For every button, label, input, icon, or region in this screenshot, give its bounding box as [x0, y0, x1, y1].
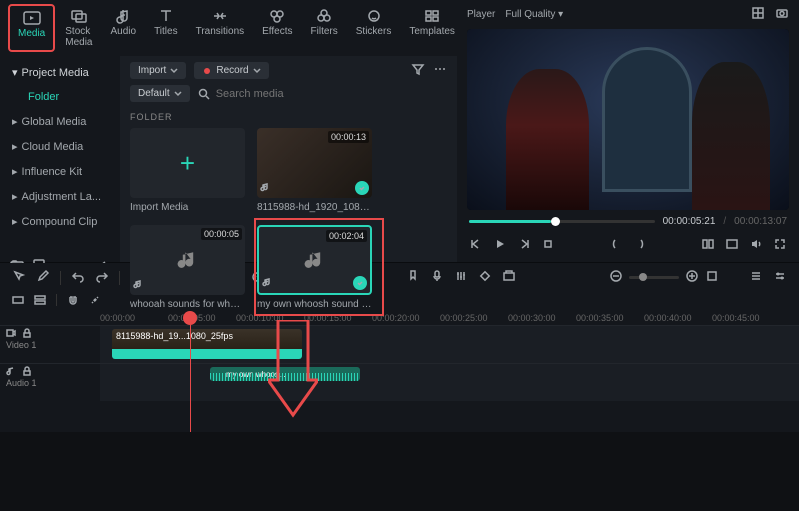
record-button[interactable]: Record: [194, 62, 268, 79]
zoom-in-icon[interactable]: [685, 269, 699, 286]
sidebar-folder[interactable]: Folder: [0, 85, 120, 109]
check-icon: [353, 276, 367, 290]
sidebar-cloud-media[interactable]: ▸ Cloud Media: [0, 134, 120, 159]
compare-icon[interactable]: [701, 237, 715, 254]
play-icon[interactable]: [493, 237, 507, 254]
zoom-out-icon[interactable]: [609, 269, 623, 286]
audio-track-header[interactable]: Audio 1: [0, 364, 100, 401]
import-media-card[interactable]: + Import Media: [130, 128, 245, 213]
tab-templates[interactable]: Templates: [401, 4, 463, 52]
zoom-slider[interactable]: [629, 276, 679, 279]
audio-track[interactable]: my own whoos...: [100, 364, 799, 401]
import-button[interactable]: Import: [130, 62, 186, 79]
volume-icon[interactable]: [749, 237, 763, 254]
tab-media[interactable]: Media: [8, 4, 55, 52]
next-frame-icon[interactable]: [517, 237, 531, 254]
search-icon: [198, 88, 210, 100]
music-icon: [175, 247, 201, 273]
more-icon[interactable]: [433, 62, 447, 79]
media-card-audio-1[interactable]: 00:00:05 whooah sounds for when th...: [130, 225, 245, 310]
timeline-ruler[interactable]: 00:00:0000:00:05:0000:00:10:0000:00:15:0…: [0, 311, 799, 325]
player-label: Player: [467, 9, 495, 20]
grid-icon[interactable]: [751, 6, 765, 23]
zoom-fit-icon[interactable]: [705, 269, 719, 286]
mark-in-icon[interactable]: [609, 237, 623, 254]
filter-icon[interactable]: [411, 62, 425, 79]
video-clip[interactable]: 8115988-hd_19...1080_25fps: [112, 329, 302, 359]
stop-icon[interactable]: [541, 237, 555, 254]
quality-dropdown[interactable]: Full Quality ▾: [505, 9, 563, 20]
player-viewport[interactable]: [467, 29, 789, 210]
tab-audio[interactable]: Audio: [102, 4, 144, 52]
tab-stock-media[interactable]: Stock Media: [57, 4, 100, 52]
media-card-audio-2[interactable]: 00:02:04 my own whoosh sound eff...: [257, 225, 372, 310]
magnet-icon[interactable]: [67, 294, 79, 309]
sidebar-global-media[interactable]: ▸ Global Media: [0, 109, 120, 134]
video-track-header[interactable]: Video 1: [0, 326, 100, 363]
player-total-time: 00:00:13:07: [734, 216, 787, 227]
select-tool-icon[interactable]: [12, 269, 26, 286]
expand-icon[interactable]: [773, 237, 787, 254]
sidebar-compound-clip[interactable]: ▸ Compound Clip: [0, 209, 120, 234]
sidebar-adjustment-layer[interactable]: ▸ Adjustment La...: [0, 184, 120, 209]
list-view-icon[interactable]: [749, 269, 763, 286]
track-opt-1-icon[interactable]: [12, 294, 24, 309]
fullscreen-icon[interactable]: [725, 237, 739, 254]
music-icon: [6, 366, 16, 376]
folder-heading: FOLDER: [130, 112, 447, 122]
player-scrubber[interactable]: [469, 220, 655, 223]
tab-filters[interactable]: Filters: [303, 4, 346, 52]
lock-icon[interactable]: [22, 328, 32, 338]
media-card-video[interactable]: 00:00:13 8115988-hd_1920_1080_25fps: [257, 128, 372, 213]
tab-stickers[interactable]: Stickers: [348, 4, 400, 52]
tab-effects[interactable]: Effects: [254, 4, 300, 52]
video-track[interactable]: 8115988-hd_19...1080_25fps: [100, 326, 799, 363]
mark-out-icon[interactable]: [633, 237, 647, 254]
video-icon: [6, 328, 16, 338]
settings-icon[interactable]: [773, 269, 787, 286]
prev-frame-icon[interactable]: [469, 237, 483, 254]
search-input[interactable]: [216, 88, 447, 100]
playhead[interactable]: [190, 325, 191, 432]
keyframe-icon[interactable]: [478, 269, 492, 286]
tab-bar: Media Stock Media Audio Titles Transitio…: [0, 0, 457, 56]
tab-titles[interactable]: Titles: [146, 4, 186, 52]
mixer-icon[interactable]: [454, 269, 468, 286]
player-current-time: 00:00:05:21: [663, 216, 716, 227]
music-icon: [302, 247, 328, 273]
sidebar-influence-kit[interactable]: ▸ Influence Kit: [0, 159, 120, 184]
track-opt-2-icon[interactable]: [34, 294, 46, 309]
edit-tool-icon[interactable]: [36, 269, 50, 286]
sort-default-button[interactable]: Default: [130, 85, 190, 102]
lock-icon[interactable]: [22, 366, 32, 376]
check-icon: [355, 181, 369, 195]
redo-icon[interactable]: [95, 269, 109, 286]
media-sidebar: ▾ Project Media Folder ▸ Global Media ▸ …: [0, 56, 120, 262]
sidebar-project-media[interactable]: ▾ Project Media: [0, 60, 120, 85]
undo-icon[interactable]: [71, 269, 85, 286]
render-icon[interactable]: [502, 269, 516, 286]
link-icon[interactable]: [89, 294, 101, 309]
snapshot-icon[interactable]: [775, 6, 789, 23]
tab-transitions[interactable]: Transitions: [188, 4, 253, 52]
audio-clip[interactable]: my own whoos...: [210, 367, 360, 381]
music-icon: [260, 182, 270, 195]
